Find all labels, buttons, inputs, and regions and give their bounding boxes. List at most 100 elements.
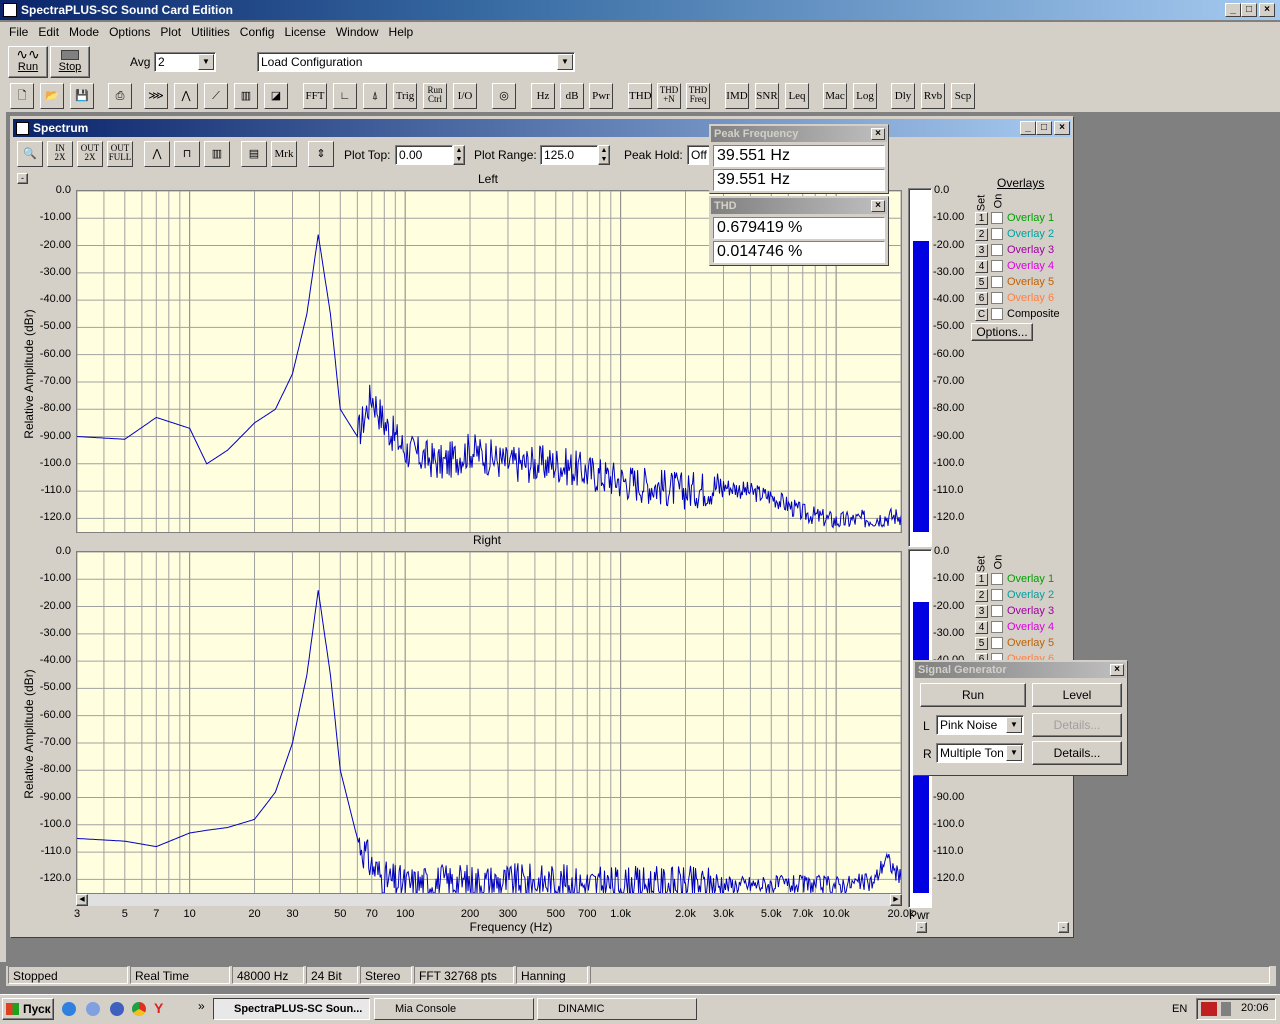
plot-range-spinner[interactable]: ▲ ▼ [598, 145, 610, 165]
sg-left-signal-select[interactable]: Pink Noise ▼ [936, 715, 1024, 735]
leq-button[interactable]: Leq [785, 83, 809, 109]
menu-mode[interactable]: Mode [64, 25, 104, 39]
step-plot-icon[interactable]: ⊓ [174, 141, 200, 167]
menu-options[interactable]: Options [104, 25, 155, 39]
scroll-right-button[interactable]: ▶ [890, 894, 902, 906]
maximize-button[interactable]: □ [1241, 3, 1257, 17]
save-icon[interactable]: 💾 [70, 83, 94, 109]
sg-level-button[interactable]: Level [1032, 683, 1122, 707]
pwr-button[interactable]: Pwr [589, 83, 613, 109]
config-select[interactable]: Load Configuration ▼ [257, 52, 575, 72]
hz-button[interactable]: Hz [531, 83, 555, 109]
close-button[interactable]: × [1259, 3, 1275, 17]
menu-window[interactable]: Window [331, 25, 384, 39]
new-file-icon[interactable]: 🗋 [10, 83, 34, 109]
thd-close-button[interactable]: × [871, 200, 885, 212]
menu-license[interactable]: License [279, 25, 330, 39]
horizontal-scrollbar[interactable]: ◀ ▶ [76, 894, 902, 906]
signal-generator-icon[interactable]: ◎ [492, 83, 516, 109]
spectrum-mode-icon[interactable]: ⋀ [174, 83, 198, 109]
collapse-button[interactable]: - [17, 173, 28, 184]
sg-right-details-button[interactable]: Details... [1032, 741, 1122, 765]
io-button[interactable]: I/O [453, 83, 477, 109]
spectrogram-icon[interactable]: ▥ [234, 83, 258, 109]
log-button[interactable]: Log [853, 83, 877, 109]
table-icon[interactable]: ▤ [241, 141, 267, 167]
signal-generator-close-button[interactable]: × [1110, 664, 1124, 676]
more-icon[interactable]: » [198, 999, 205, 1013]
zoom-in-2x-icon[interactable]: IN 2X [47, 141, 73, 167]
peak-frequency-close-button[interactable]: × [871, 128, 885, 140]
thd-n-button[interactable]: THD +N [657, 83, 681, 109]
menu-edit[interactable]: Edit [33, 25, 64, 39]
plot-range-label: Plot Range: [474, 148, 537, 162]
time-mode-icon[interactable]: ⟋ [204, 83, 228, 109]
help-icon[interactable] [86, 1002, 100, 1016]
thd-freq-button[interactable]: THD Freq [686, 83, 710, 109]
spectrum-close-button[interactable]: × [1054, 121, 1070, 135]
plot-range-input[interactable]: 125.0 [540, 145, 598, 165]
trig-button[interactable]: Trig [393, 83, 417, 109]
media-icon[interactable] [110, 1002, 124, 1016]
bar-plot-icon[interactable]: ▥ [204, 141, 230, 167]
run-ctrl-button[interactable]: Run Ctrl [423, 83, 447, 109]
language-indicator[interactable]: EN [1172, 1003, 1187, 1015]
db-button[interactable]: dB [560, 83, 584, 109]
mac-button[interactable]: Mac [823, 83, 847, 109]
avg-select[interactable]: 2 ▼ [154, 52, 216, 72]
left-y-tick-label: 0.0 [55, 184, 71, 196]
menu-file[interactable]: File [4, 25, 33, 39]
right-plot-area[interactable] [76, 551, 902, 894]
print-icon[interactable]: ⎙ [108, 83, 132, 109]
spectrum-maximize-button[interactable]: □ [1036, 121, 1052, 135]
line-plot-icon[interactable]: ⋀ [144, 141, 170, 167]
collapse-button-right[interactable]: - [916, 922, 927, 933]
task-dinamic[interactable]: DINAMIC [537, 998, 697, 1020]
fast-forward-icon[interactable]: ⋙ [144, 83, 168, 109]
fft-button[interactable]: FFT [303, 83, 327, 109]
spectrum-minimize-button[interactable]: _ [1020, 121, 1036, 135]
sg-run-button[interactable]: Run [920, 683, 1026, 707]
plot-top-spinner[interactable]: ▲ ▼ [453, 145, 465, 165]
tray-app-icon[interactable] [1201, 1002, 1217, 1016]
marker-button[interactable]: Mrk [271, 141, 297, 167]
task-spectraplus[interactable]: SpectraPLUS-SC Soun... [213, 998, 370, 1020]
compass-icon[interactable]: ⍋ [363, 83, 387, 109]
zoom-out-2x-icon[interactable]: OUT 2X [77, 141, 103, 167]
open-folder-icon[interactable]: 📂 [40, 83, 64, 109]
scroll-left-button[interactable]: ◀ [76, 894, 88, 906]
tray-volume-icon[interactable] [1221, 1002, 1231, 1016]
zoom-full-icon[interactable]: OUT FULL [107, 141, 133, 167]
menu-utilities[interactable]: Utilities [186, 25, 235, 39]
dly-button[interactable]: Dly [891, 83, 915, 109]
stop-button[interactable]: Stop [50, 46, 90, 78]
menu-config[interactable]: Config [235, 25, 280, 39]
chrome-icon[interactable] [132, 1002, 146, 1016]
minimize-button[interactable]: _ [1225, 3, 1241, 17]
scp-button[interactable]: Scp [951, 83, 975, 109]
3d-surface-icon[interactable]: ◪ [264, 83, 288, 109]
axis-icon[interactable]: ∟ [333, 83, 357, 109]
run-button[interactable]: ∿∿ Run [8, 46, 48, 78]
yandex-icon[interactable]: Y [154, 1000, 168, 1016]
task-mia-console[interactable]: Mia Console [374, 998, 534, 1020]
composite-checkbox[interactable] [991, 308, 1003, 320]
collapse-button-far[interactable]: - [1058, 922, 1069, 933]
composite-set-button[interactable]: C [975, 307, 988, 321]
autoscale-icon[interactable]: ⇕ [308, 141, 334, 167]
start-button[interactable]: Пуск [2, 998, 54, 1020]
left-meter-tick-label: -10.00 [933, 211, 965, 224]
menu-help[interactable]: Help [384, 25, 419, 39]
plot-top-input[interactable]: 0.00 [395, 145, 453, 165]
rvb-button[interactable]: Rvb [921, 83, 945, 109]
right-meter-tick-label: -10.00 [933, 572, 965, 585]
zoom-icon[interactable]: 🔍 [17, 141, 43, 167]
thd-button[interactable]: THD [628, 83, 652, 109]
sg-right-signal-select[interactable]: Multiple Ton ▼ [936, 743, 1024, 763]
sg-left-details-button[interactable]: Details... [1032, 713, 1122, 737]
imd-button[interactable]: IMD [725, 83, 749, 109]
menu-plot[interactable]: Plot [155, 25, 186, 39]
ie-icon[interactable] [62, 1002, 76, 1016]
overlay-label: Overlay 5 [1007, 276, 1055, 288]
snr-button[interactable]: SNR [755, 83, 779, 109]
